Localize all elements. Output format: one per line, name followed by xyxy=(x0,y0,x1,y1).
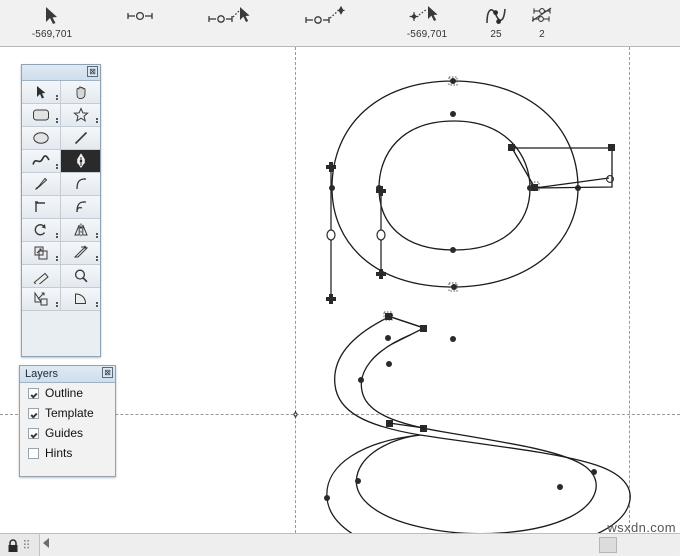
layer-row-template[interactable]: Template xyxy=(20,403,115,423)
submenu-dots-icon xyxy=(96,302,98,307)
lock-icon xyxy=(8,538,18,552)
toolbar-item-pointer[interactable]: -569,701 xyxy=(22,0,82,46)
ruler-icon xyxy=(33,272,49,284)
tangent-tool[interactable] xyxy=(61,196,100,219)
shape-arrow-icon xyxy=(34,291,48,306)
star-tool[interactable] xyxy=(61,104,100,127)
corner-tool[interactable] xyxy=(61,173,100,196)
quarter-pie-icon xyxy=(74,293,86,304)
skew-icon xyxy=(73,245,88,258)
toolbar-item-point-curve-pointer[interactable] xyxy=(198,0,260,46)
scale-tool[interactable] xyxy=(22,242,61,265)
pen-nib-icon xyxy=(76,153,85,168)
toolbox-grid xyxy=(22,81,100,311)
layer-label-outline: Outline xyxy=(45,386,84,400)
toolbar-label-spline-wave: 25 xyxy=(490,29,502,40)
rounded-rect-icon xyxy=(33,109,49,121)
toolbar-item-point-on-curve[interactable] xyxy=(112,0,168,46)
tangent-hook-icon xyxy=(75,201,86,213)
horizontal-scrollbar[interactable] xyxy=(41,535,679,555)
grip-dots-icon xyxy=(24,539,29,548)
arrow-icon xyxy=(37,86,46,99)
toolbox-close-icon[interactable]: ⊠ xyxy=(87,66,98,77)
layer-checkbox-guides[interactable] xyxy=(28,427,39,439)
layer-checkbox-outline[interactable] xyxy=(28,387,39,399)
hook-curve-icon xyxy=(75,178,86,190)
multi-point-icon xyxy=(520,3,564,29)
layers-title-bar: Layers ⊠ xyxy=(20,366,115,383)
top-toolbar: -569,701 -569,701 25 2 xyxy=(0,0,680,47)
submenu-dots-icon xyxy=(56,233,58,238)
corner-icon xyxy=(35,201,45,212)
layer-row-outline[interactable]: Outline xyxy=(20,383,115,403)
layers-title-label: Layers xyxy=(25,368,59,380)
line-tool[interactable] xyxy=(61,127,100,150)
toolbox-title-bar: ⊠ xyxy=(22,65,100,81)
layers-palette[interactable]: Layers ⊠ Outline Template Guides Hints xyxy=(19,365,116,477)
rectangle-tool[interactable] xyxy=(22,104,61,127)
perspective-tool[interactable] xyxy=(22,288,61,311)
submenu-dots-icon xyxy=(96,233,98,238)
flip-tool[interactable] xyxy=(61,219,100,242)
left-arrow-icon[interactable] xyxy=(43,538,49,548)
submenu-dots-icon xyxy=(56,118,58,123)
magnify-tool[interactable] xyxy=(61,265,100,288)
spline-wave-icon xyxy=(474,3,518,29)
layer-row-hints[interactable]: Hints xyxy=(20,443,115,463)
segment-tool[interactable] xyxy=(61,288,100,311)
toolbar-label-multi-point: 2 xyxy=(539,29,545,40)
pointer-arrow-icon xyxy=(22,3,82,29)
toolbar-item-control-point-pointer[interactable]: -569,701 xyxy=(392,0,462,46)
submenu-dots-icon xyxy=(96,118,98,123)
toolbar-label-pointer: -569,701 xyxy=(31,29,73,40)
curve-icon xyxy=(32,155,50,165)
point-curve-pointer-icon xyxy=(198,3,260,29)
ellipse-icon xyxy=(33,132,49,144)
layer-checkbox-template[interactable] xyxy=(28,407,39,419)
measure-tool[interactable] xyxy=(22,265,61,288)
rotate-icon xyxy=(34,224,46,236)
freehand-tool[interactable] xyxy=(22,150,61,173)
skew-tool[interactable] xyxy=(61,242,100,265)
layer-label-template: Template xyxy=(45,406,94,420)
toolbar-item-point-curve-control[interactable] xyxy=(294,0,364,46)
submenu-dots-icon xyxy=(56,95,58,100)
point-on-curve-icon xyxy=(112,3,168,29)
layer-row-guides[interactable]: Guides xyxy=(20,423,115,443)
submenu-dots-icon xyxy=(56,256,58,261)
layer-label-hints: Hints xyxy=(45,446,73,460)
toolbar-item-multi-point[interactable]: 2 xyxy=(520,0,564,46)
ellipse-tool[interactable] xyxy=(22,127,61,150)
hand-icon xyxy=(76,86,85,100)
flip-icon xyxy=(73,223,88,237)
magnifier-icon xyxy=(74,269,88,283)
submenu-dots-icon xyxy=(96,256,98,261)
ruler-corner-tool[interactable] xyxy=(22,196,61,219)
control-point-pointer-icon xyxy=(392,3,462,29)
toolbar-label-control-point-pointer: -569,701 xyxy=(406,29,448,40)
knife-icon xyxy=(35,177,48,190)
line-icon xyxy=(74,131,87,145)
status-bar xyxy=(0,533,680,556)
toolbox-palette[interactable]: ⊠ xyxy=(21,64,101,357)
rotate-tool[interactable] xyxy=(22,219,61,242)
submenu-dots-icon xyxy=(56,302,58,307)
lock-cell[interactable] xyxy=(0,534,40,556)
layers-close-icon[interactable]: ⊠ xyxy=(102,367,113,378)
layer-checkbox-hints[interactable] xyxy=(28,447,39,459)
toolbar-item-spline-wave[interactable]: 25 xyxy=(474,0,518,46)
scale-icon xyxy=(34,246,48,260)
pen-tool[interactable] xyxy=(61,150,100,173)
submenu-dots-icon xyxy=(56,164,58,169)
point-curve-control-icon xyxy=(294,3,364,29)
star-icon xyxy=(72,107,89,122)
hand-tool[interactable] xyxy=(61,81,100,104)
pointer-tool[interactable] xyxy=(22,81,61,104)
scrollbar-thumb[interactable] xyxy=(599,537,617,553)
layer-label-guides: Guides xyxy=(45,426,84,440)
knife-tool[interactable] xyxy=(22,173,61,196)
